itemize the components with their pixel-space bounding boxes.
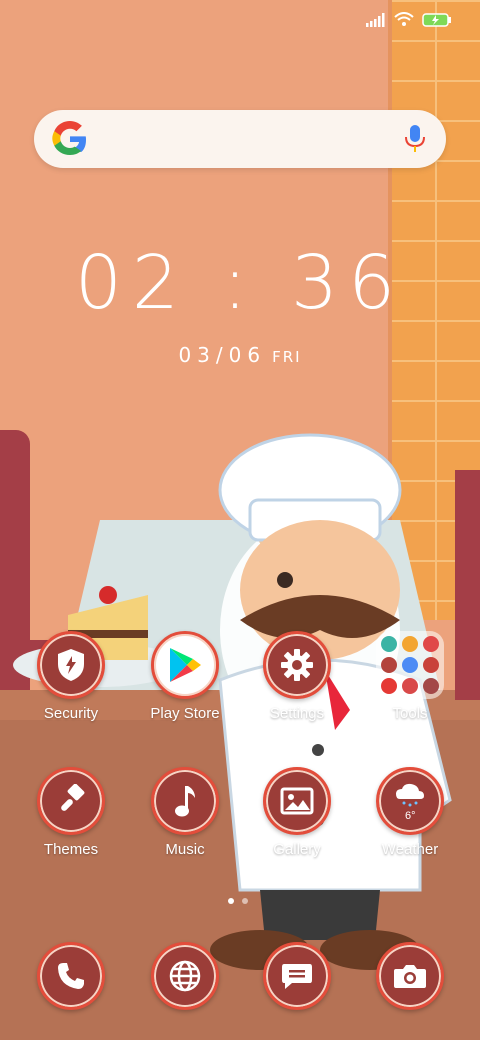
app-settings-circle [263, 631, 331, 699]
app-security[interactable]: Security [21, 631, 121, 722]
mini-app-icon [423, 678, 439, 694]
page-dot [242, 898, 248, 904]
app-label: Play Store [150, 705, 220, 722]
dock-camera-circle [376, 942, 444, 1010]
mini-app-icon [423, 657, 439, 673]
clock-date[interactable]: 03/06 FRI [0, 343, 480, 367]
app-gallery-circle [263, 767, 331, 835]
dock-phone-circle [37, 942, 105, 1010]
app-themes-circle [37, 767, 105, 835]
dock-phone[interactable] [21, 942, 121, 1010]
mini-app-icon [381, 636, 397, 652]
page-dot [228, 898, 234, 904]
folder-tools[interactable]: Tools [360, 631, 460, 722]
mini-app-icon [423, 636, 439, 652]
weather-temp: 6° [405, 810, 416, 821]
app-play-store[interactable]: Play Store [135, 631, 235, 722]
dock-messages[interactable] [247, 942, 347, 1010]
app-label: Tools [392, 705, 428, 722]
phone-icon [58, 963, 84, 989]
dock-camera[interactable] [360, 942, 460, 1010]
cloud-rain-icon: 6° [396, 783, 424, 821]
dock-browser-circle [151, 942, 219, 1010]
shield-bolt-icon [58, 649, 84, 681]
gear-icon [281, 649, 313, 681]
globe-icon [169, 960, 201, 992]
app-weather-circle: 6° [376, 767, 444, 835]
image-icon [280, 787, 314, 815]
app-label: Weather [381, 841, 439, 858]
search-bar[interactable] [34, 110, 446, 168]
app-label: Themes [43, 841, 99, 858]
battery-charging-icon [422, 12, 451, 27]
signal-icon [366, 12, 385, 27]
app-settings[interactable]: Settings [247, 631, 347, 722]
status-bar [366, 12, 452, 27]
dock-messages-circle [263, 942, 331, 1010]
camera-icon [394, 965, 426, 988]
app-label: Settings [269, 705, 325, 722]
app-label: Security [43, 705, 99, 722]
folder-icon [376, 631, 444, 699]
mini-app-icon [381, 678, 397, 694]
day-text: FRI [272, 348, 302, 366]
message-icon [282, 964, 312, 989]
app-gallery[interactable]: Gallery [247, 767, 347, 858]
dock-browser[interactable] [135, 942, 235, 1010]
app-music-circle [151, 767, 219, 835]
app-play-store-circle [151, 631, 219, 699]
wifi-icon [394, 12, 414, 26]
play-store-icon [170, 648, 201, 682]
google-logo-icon [52, 121, 86, 155]
mini-app-icon [402, 678, 418, 694]
app-themes[interactable]: Themes [21, 767, 121, 858]
app-label: Music [165, 841, 205, 858]
app-label: Gallery [273, 841, 321, 858]
paintbrush-icon [61, 784, 85, 811]
date-text: 03/06 [178, 343, 267, 367]
mic-icon[interactable] [404, 124, 426, 154]
mini-app-icon [402, 657, 418, 673]
mini-app-icon [402, 636, 418, 652]
page-indicator [228, 898, 248, 904]
music-note-icon [175, 786, 195, 817]
app-weather[interactable]: 6° Weather [360, 767, 460, 858]
mini-app-icon [381, 657, 397, 673]
app-security-circle [37, 631, 105, 699]
app-music[interactable]: Music [135, 767, 235, 858]
clock-time[interactable]: 02 : 36 [0, 240, 480, 326]
